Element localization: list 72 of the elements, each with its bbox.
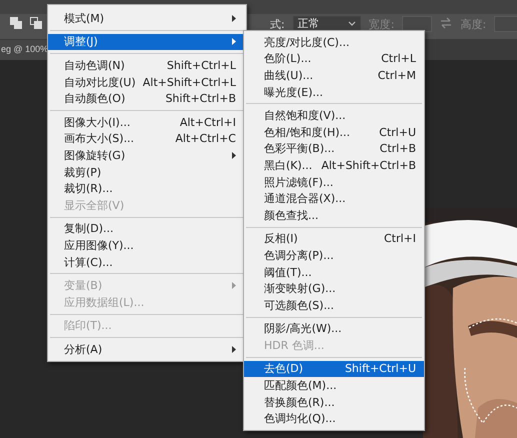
menu-item[interactable]: 颜色查找... [244, 206, 424, 224]
menu-item[interactable]: 画布大小(S)... Alt+Ctrl+C [48, 130, 246, 148]
shortcut-label: Ctrl+L [381, 52, 416, 66]
shortcut-label: Shift+Ctrl+U [344, 362, 416, 376]
menu-item[interactable]: 可选颜色(S)... [244, 296, 424, 314]
menu-item[interactable]: 应用图像(Y)... [48, 237, 246, 254]
menu-item[interactable]: 模式(M) [48, 10, 246, 27]
menu-item[interactable]: 色调均化(Q)... [244, 410, 424, 428]
menu-item[interactable]: 替换颜色(R)... [244, 394, 424, 410]
menu-item[interactable]: 图像大小(I)... Alt+Ctrl+I [48, 114, 246, 131]
style-label: 式: [270, 17, 285, 32]
menu-item[interactable]: 计算(C)... [48, 254, 246, 270]
width-label: 宽度: [368, 17, 394, 32]
menu-item-label: 自动对比度(U) [64, 74, 137, 90]
shortcut-label: Ctrl+B [380, 142, 416, 156]
menu-item[interactable]: 自动颜色(O) Shift+Ctrl+B [48, 90, 246, 107]
menu-item[interactable]: 色阶(L)... Ctrl+L [244, 50, 424, 68]
squares-icon[interactable] [30, 17, 42, 29]
menu-item-label: 色彩平衡(B)... [264, 141, 336, 156]
menu-item[interactable]: 去色(D) Shift+Ctrl+U [244, 360, 424, 378]
menu-item[interactable]: 曝光度(E)... [244, 84, 424, 100]
menu-item-label: 画布大小(S)... [64, 131, 136, 146]
menu-item[interactable]: 匹配颜色(M)... [244, 377, 424, 394]
shortcut-label: Shift+Ctrl+B [165, 92, 236, 106]
menu-item[interactable]: 阴影/高光(W)... [244, 320, 424, 338]
menu-item-label: 分析(A) [64, 342, 104, 357]
menu-item-label: 图像大小(I)... [64, 114, 132, 130]
menu-item[interactable]: 黑白(K)... Alt+Shift+Ctrl+B [244, 157, 424, 174]
menu-item-label: 调整(J) [64, 34, 99, 50]
menu-item[interactable]: 调整(J) [48, 34, 246, 50]
menu-item-label: 模式(M) [64, 10, 106, 26]
style-dropdown[interactable]: 正常 [292, 16, 361, 31]
menu-item[interactable]: 渐变映射(G)... [244, 280, 424, 297]
menu-item[interactable]: 曲线(U)... Ctrl+M [244, 67, 424, 84]
menu-item-label: 图像旋转(G) [64, 148, 126, 163]
shortcut-label: Ctrl+U [379, 126, 416, 139]
menu-item-label: 变量(B) [64, 278, 104, 294]
menu-item-label: 自动颜色(O) [64, 91, 126, 106]
menu-item-label: 反相(I) [264, 231, 299, 246]
shortcut-label: Ctrl+I [384, 232, 416, 246]
menu-item[interactable]: 裁切(R)... [48, 180, 246, 197]
shortcut-label: Alt+Shift+Ctrl+B [321, 158, 416, 172]
chevron-down-icon [348, 20, 356, 26]
menu-item[interactable]: 裁剪(P) [48, 164, 246, 180]
menu-item-label: 自动色调(N) [64, 58, 126, 73]
shortcut-label: Alt+Shift+Ctrl+L [142, 76, 236, 89]
width-field[interactable] [402, 16, 432, 32]
shortcut-label: Alt+Ctrl+I [180, 116, 236, 129]
menu-item[interactable]: 自动对比度(U) Alt+Shift+Ctrl+L [48, 74, 246, 90]
shortcut-label: Shift+Ctrl+L [166, 58, 236, 72]
menu-item[interactable]: 色调分离(P)... [244, 247, 424, 264]
menu-item[interactable]: 色彩平衡(B)... Ctrl+B [244, 140, 424, 158]
menu-item-label: 黑白(K)... [264, 158, 314, 173]
menu-item[interactable]: 分析(A) [48, 341, 246, 358]
menu-item[interactable]: 自动色调(N) Shift+Ctrl+L [48, 57, 246, 74]
height-label: 高度: [460, 17, 486, 32]
menu-item[interactable]: 图像旋转(G) [48, 147, 246, 164]
menu-item[interactable]: 照片滤镜(F)... [244, 174, 424, 190]
shortcut-label: Ctrl+M [378, 68, 416, 82]
squares-icon[interactable] [10, 17, 22, 29]
shortcut-label: Alt+Ctrl+C [175, 132, 236, 146]
menu-item[interactable]: 通道混合器(X)... [244, 190, 424, 207]
menu-item[interactable]: 阈值(T)... [244, 264, 424, 280]
menu-item-label: 色相/饱和度(H)... [264, 124, 352, 140]
menu-item[interactable]: 亮度/对比度(C)... [244, 34, 424, 51]
menu-item-label: 去色(D) [264, 361, 304, 376]
menu-item[interactable]: 复制(D)... [48, 220, 246, 238]
menu-item-label: 曲线(U)... [264, 68, 314, 83]
menu-item[interactable]: 色相/饱和度(H)... Ctrl+U [244, 124, 424, 141]
menu-item-label: 色阶(L)... [264, 51, 312, 66]
menu-item[interactable]: 自然饱和度(V)... [244, 107, 424, 124]
menu-item[interactable]: 反相(I) Ctrl+I [244, 230, 424, 248]
